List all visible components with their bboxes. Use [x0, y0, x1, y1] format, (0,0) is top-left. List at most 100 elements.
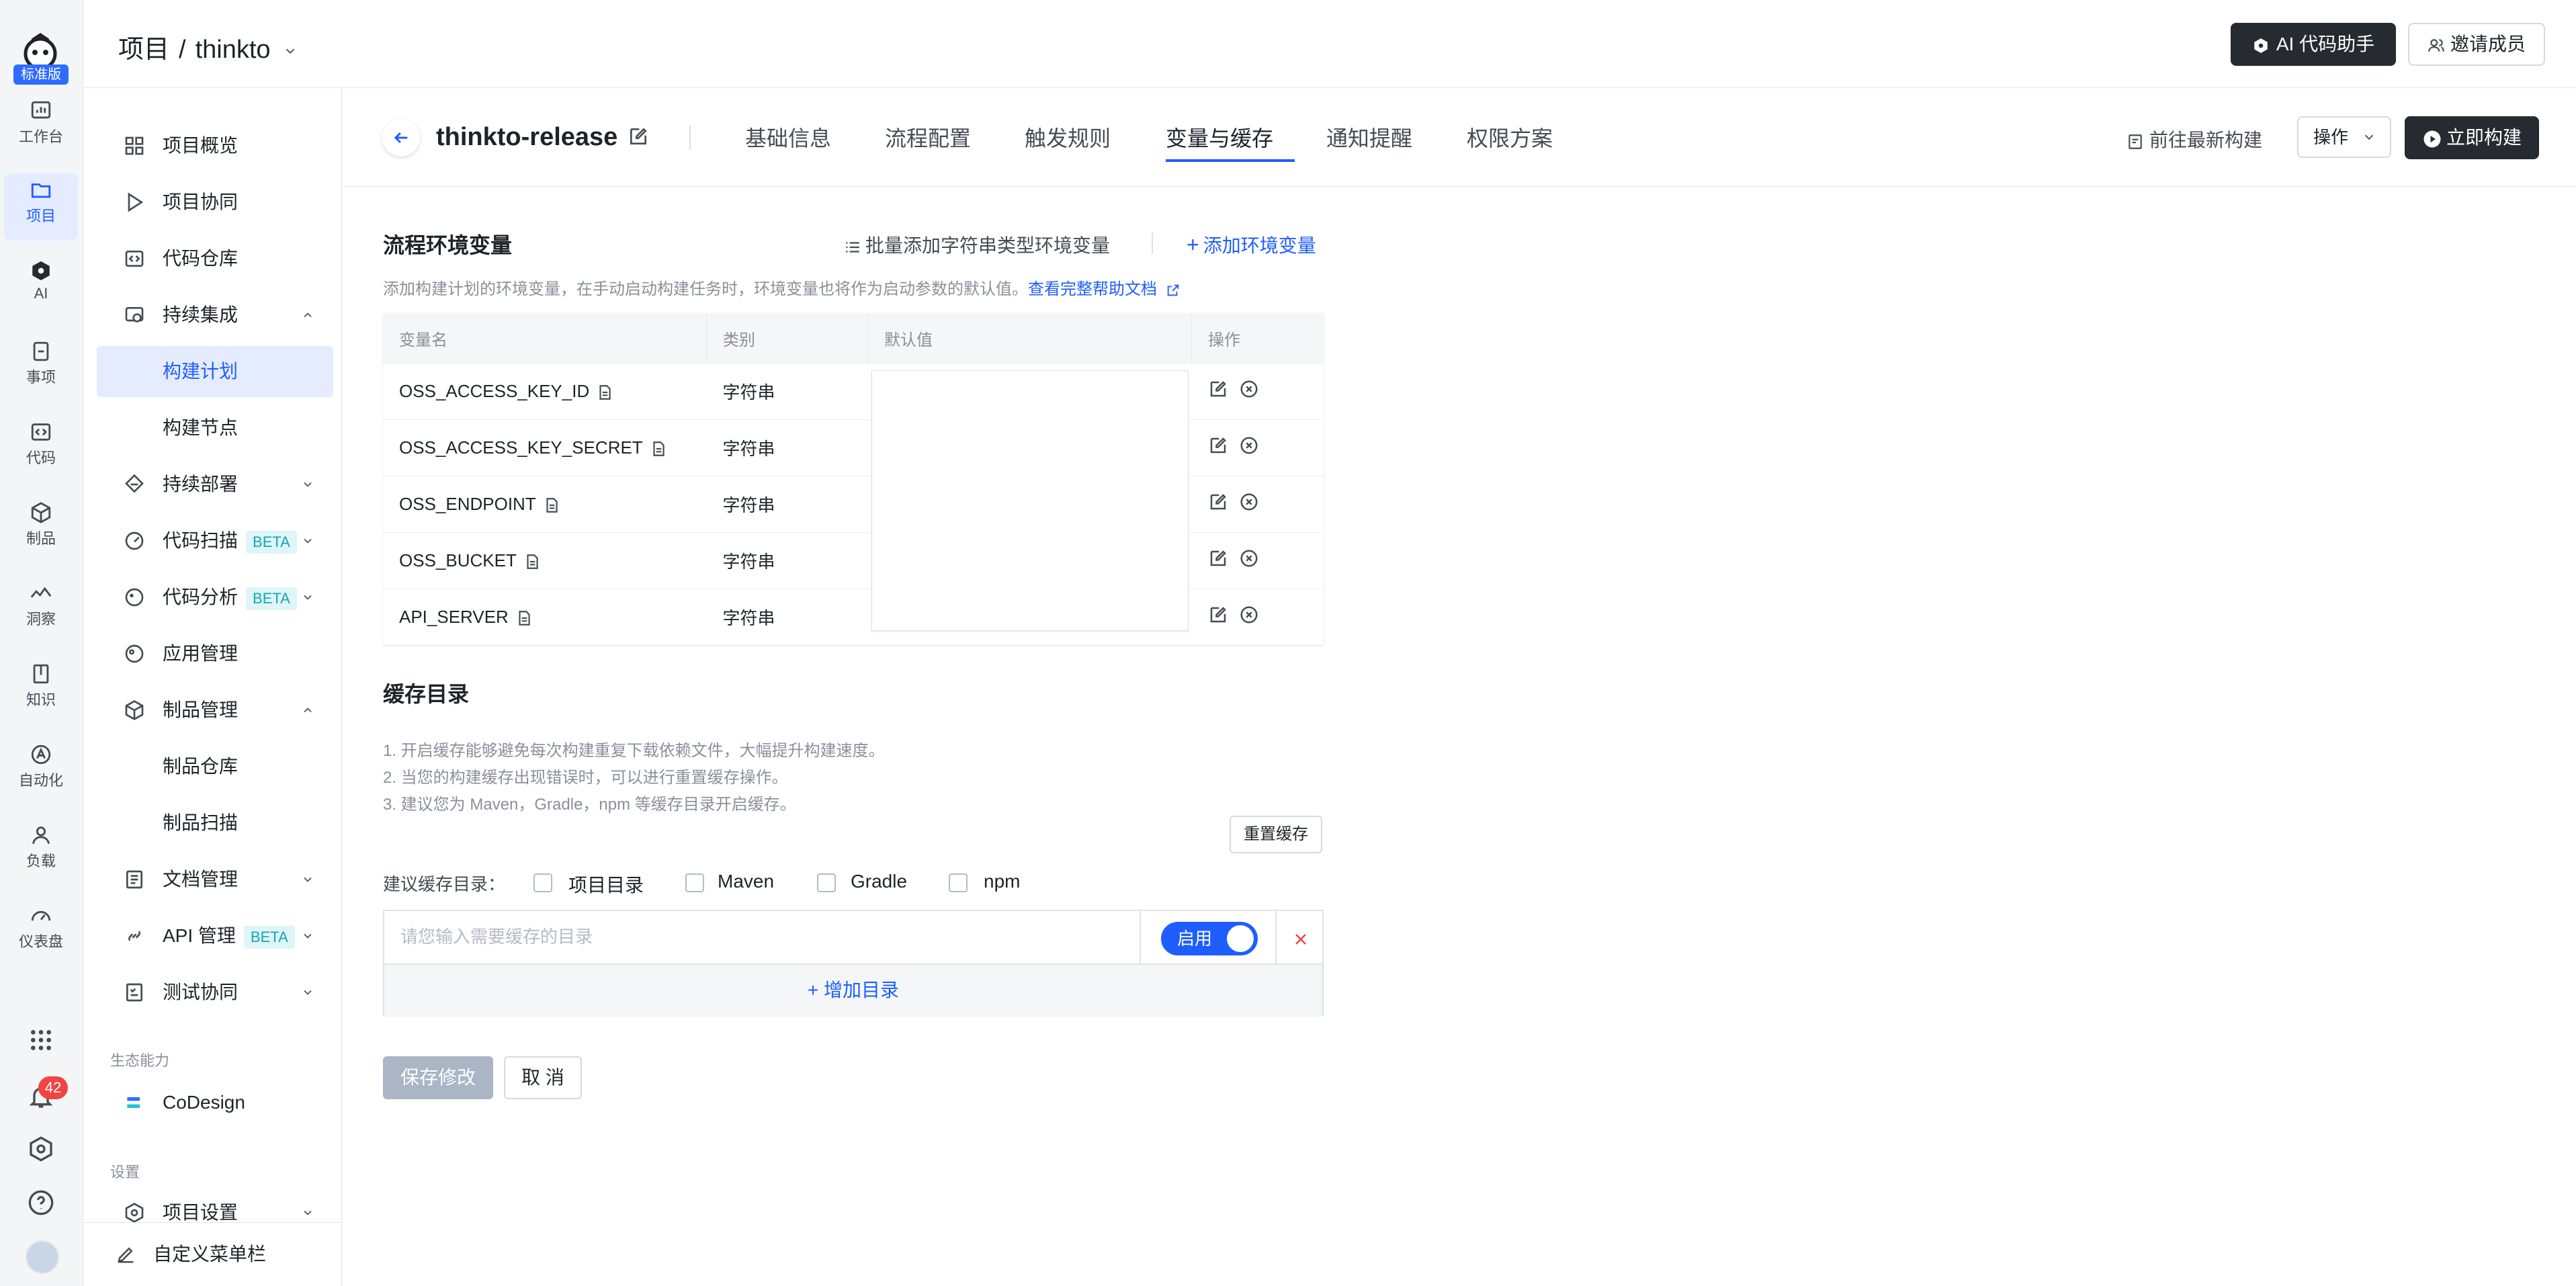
sidebar-item-app-management[interactable]: 应用管理	[97, 628, 333, 679]
beta-badge: BETA	[243, 925, 295, 949]
rail-item-knowledge[interactable]: 知识	[4, 657, 78, 724]
rail-item-load[interactable]: 负载	[4, 818, 78, 886]
help-doc-link[interactable]: 查看完整帮助文档	[1028, 280, 1180, 298]
rail-label: 知识	[26, 691, 56, 708]
tab-variables-cache[interactable]: 变量与缓存	[1166, 122, 1273, 153]
sidebar-item-docs[interactable]: 文档管理	[97, 854, 333, 905]
column-header-name: 变量名	[383, 313, 707, 363]
back-button[interactable]	[382, 119, 420, 157]
cache-dir-input[interactable]: 请您输入需要缓存的目录	[384, 911, 1141, 963]
delete-circle-icon[interactable]	[1239, 548, 1259, 568]
project-sidebar: 项目概览 项目协同 代码仓库 持续集成 构建计划 构建节点 持续部署 代码扫描 B…	[83, 88, 342, 1286]
reset-cache-button[interactable]: 重置缓存	[1230, 816, 1322, 853]
customize-menu-button[interactable]: 自定义菜单栏	[83, 1222, 341, 1286]
sidebar-item-label: 构建节点	[163, 417, 239, 438]
checkbox-gradle[interactable]	[817, 873, 836, 892]
file-icon[interactable]	[543, 497, 560, 514]
rail-item-automation[interactable]: 自动化	[4, 738, 78, 805]
sidebar-item-code-analysis[interactable]: 代码分析 BETA	[97, 572, 333, 623]
cache-note: 3. 建议您为 Maven，Gradle，npm 等缓存目录开启缓存。	[383, 796, 796, 814]
analysis-icon	[125, 588, 144, 607]
user-avatar[interactable]	[26, 1240, 59, 1274]
delete-circle-icon[interactable]	[1239, 379, 1259, 399]
rail-item-projects[interactable]: 项目	[4, 173, 78, 241]
build-now-button[interactable]: 立即构建	[2405, 116, 2539, 159]
sidebar-item-build-nodes[interactable]: 构建节点	[97, 402, 333, 454]
sidebar-item-api[interactable]: API 管理 BETA	[97, 910, 333, 961]
project-name[interactable]: thinkto	[196, 36, 271, 64]
file-icon[interactable]	[523, 553, 541, 570]
chevron-down-icon	[304, 933, 312, 939]
sidebar-item-ci[interactable]: 持续集成	[97, 290, 333, 341]
invite-members-button[interactable]: 邀请成员	[2408, 23, 2545, 66]
ai-assistant-button[interactable]: AI 代码助手	[2231, 23, 2396, 66]
file-icon[interactable]	[515, 609, 533, 627]
delete-circle-icon[interactable]	[1239, 435, 1259, 456]
add-env-var-label: 添加环境变量	[1203, 235, 1316, 256]
chevron-down-icon[interactable]	[283, 44, 298, 58]
tab-permissions[interactable]: 权限方案	[1467, 122, 1553, 153]
rail-item-artifacts[interactable]: 制品	[4, 496, 78, 563]
breadcrumb-root[interactable]: 项目	[118, 36, 169, 64]
file-icon[interactable]	[650, 440, 667, 458]
remove-dir-button[interactable]	[1275, 911, 1325, 963]
file-icon[interactable]	[596, 384, 613, 401]
sidebar-item-artifact-repo[interactable]: 制品仓库	[97, 741, 333, 792]
checkbox-maven[interactable]	[685, 873, 704, 892]
sidebar-item-codesign[interactable]: CoDesign	[97, 1077, 333, 1128]
rail-item-dashboard[interactable]: 仪表盘	[4, 899, 78, 966]
sidebar-item-repository[interactable]: 代码仓库	[97, 233, 333, 284]
rail-item-insight[interactable]: 洞察	[4, 576, 78, 644]
edit-icon[interactable]	[628, 126, 649, 147]
cancel-button[interactable]: 取 消	[504, 1056, 582, 1099]
default-value-overlay[interactable]	[871, 370, 1189, 631]
help-icon[interactable]	[28, 1189, 54, 1216]
tab-basic-info[interactable]: 基础信息	[745, 122, 831, 153]
edit-icon[interactable]	[1208, 492, 1228, 512]
rail-item-code[interactable]: 代码	[4, 415, 78, 482]
sidebar-item-label: CoDesign	[163, 1092, 245, 1113]
batch-add-button[interactable]: 批量添加字符串类型环境变量	[844, 231, 1110, 258]
edit-icon[interactable]	[1208, 379, 1228, 399]
column-header-default: 默认值	[867, 313, 1192, 363]
sidebar-item-build-plans[interactable]: 构建计划	[97, 346, 333, 397]
delete-circle-icon[interactable]	[1239, 492, 1259, 512]
sidebar-item-code-scan[interactable]: 代码扫描 BETA	[97, 515, 333, 566]
sidebar-item-collaboration[interactable]: 项目协同	[97, 177, 333, 228]
codesign-logo-icon	[127, 1097, 140, 1108]
tab-triggers[interactable]: 触发规则	[1025, 122, 1111, 153]
enable-cache-toggle[interactable]: 启用	[1161, 922, 1258, 955]
tab-notifications[interactable]: 通知提醒	[1326, 122, 1412, 153]
operations-dropdown[interactable]: 操作	[2297, 116, 2391, 158]
sidebar-item-project-settings[interactable]: 项目设置	[97, 1187, 333, 1225]
active-tab-indicator	[1166, 159, 1295, 162]
sidebar-item-overview[interactable]: 项目概览	[97, 120, 333, 171]
edit-icon[interactable]	[1208, 605, 1228, 625]
rail-item-issues[interactable]: 事项	[4, 335, 78, 402]
checkbox-project-dir[interactable]	[533, 873, 552, 892]
top-header: 项目 / thinkto AI 代码助手 邀请成员	[83, 0, 2576, 88]
add-env-var-button[interactable]: + 添加环境变量	[1187, 231, 1316, 258]
cache-note: 2. 当您的构建缓存出现错误时，可以进行重置缓存操作。	[383, 769, 788, 787]
env-section-title: 流程环境变量	[383, 233, 513, 257]
save-changes-button[interactable]: 保存修改	[383, 1056, 493, 1099]
edit-icon[interactable]	[1208, 435, 1228, 456]
sidebar-item-artifacts[interactable]: 制品管理	[97, 685, 333, 736]
sidebar-item-artifact-scan[interactable]: 制品扫描	[97, 798, 333, 849]
add-directory-button[interactable]: + 增加目录	[384, 963, 1322, 1017]
divider	[689, 126, 691, 150]
app-rail: 标准版 工作台 项目 AI 事项 代码 制品 洞察 知识 自动化 负载 仪表盘 …	[0, 0, 83, 1286]
rail-item-ai[interactable]: AI	[4, 254, 78, 321]
edit-icon[interactable]	[1208, 548, 1228, 568]
sidebar-item-cd[interactable]: 持续部署	[97, 459, 333, 510]
rail-item-workbench[interactable]: 工作台	[4, 94, 78, 161]
latest-build-link[interactable]: 前往最新构建	[2127, 126, 2262, 153]
apps-grid-icon[interactable]	[28, 1027, 54, 1054]
checkbox-npm[interactable]	[949, 873, 968, 892]
rocket-icon	[125, 474, 144, 493]
tab-flow-config[interactable]: 流程配置	[885, 122, 971, 153]
package-icon	[125, 700, 144, 720]
settings-hex-icon[interactable]	[28, 1135, 54, 1162]
sidebar-item-testing[interactable]: 测试协同	[97, 967, 333, 1018]
delete-circle-icon[interactable]	[1239, 605, 1259, 625]
